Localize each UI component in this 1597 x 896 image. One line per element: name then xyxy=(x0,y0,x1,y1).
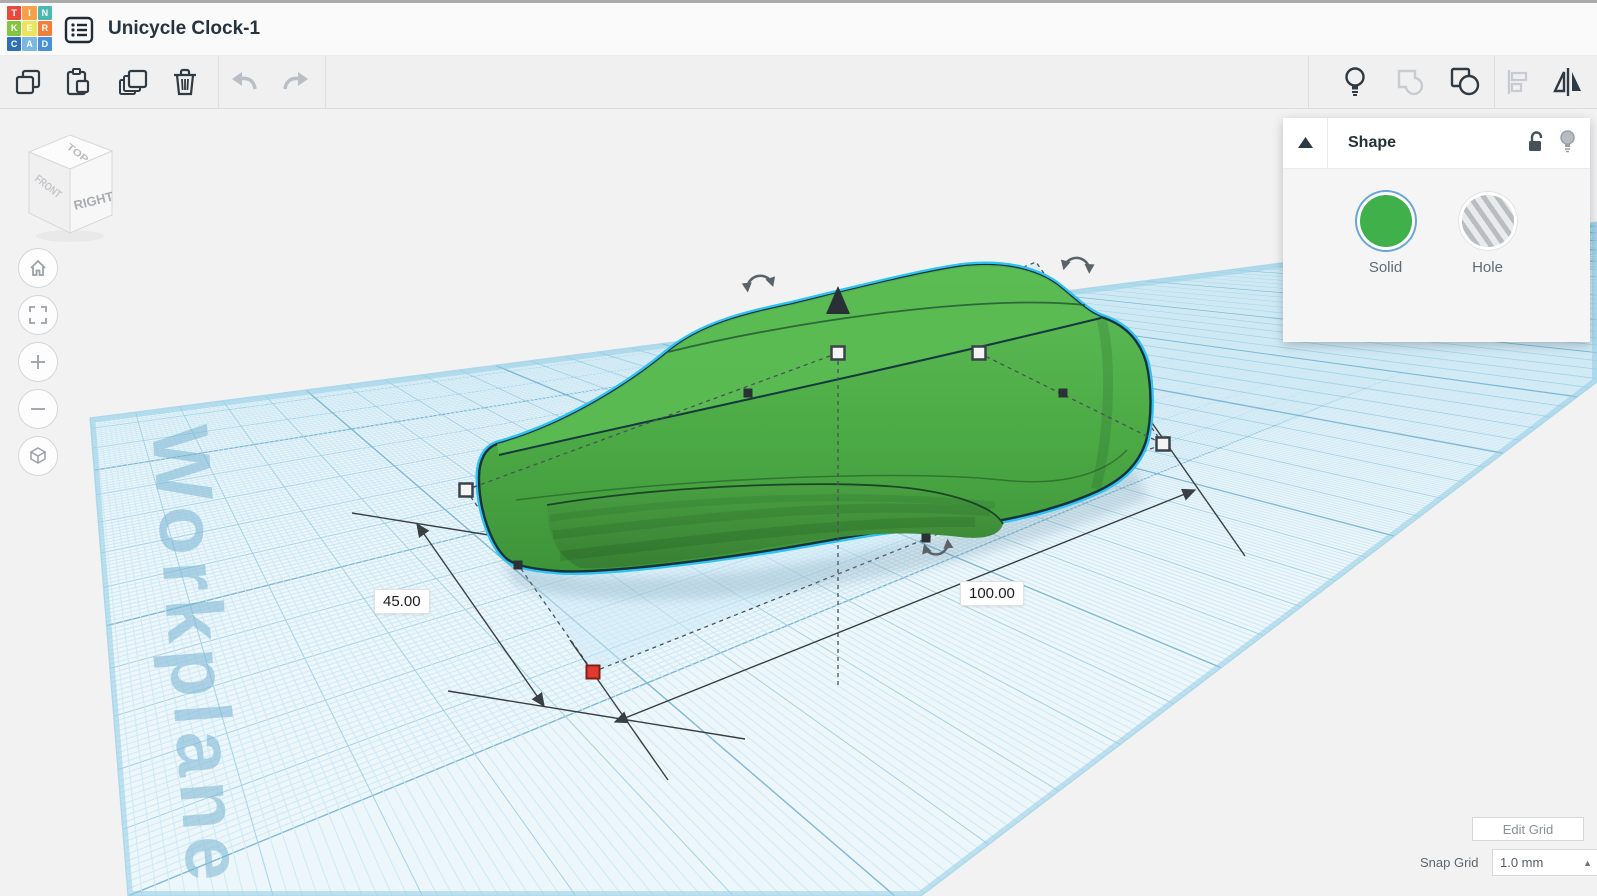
hide-shape-button[interactable] xyxy=(1559,130,1576,156)
ungroup-button[interactable] xyxy=(1445,63,1485,101)
zoom-in-button[interactable] xyxy=(18,342,58,382)
toolbar-separator xyxy=(1308,56,1309,108)
logo-tile: I xyxy=(22,6,37,21)
logo-tile: C xyxy=(7,36,22,51)
solid-swatch xyxy=(1359,195,1412,247)
design-title[interactable]: Unicycle Clock-1 xyxy=(108,18,260,40)
rotate-handle-top-left[interactable] xyxy=(741,273,777,294)
collapse-panel-button[interactable] xyxy=(1283,118,1328,168)
toolbar-separator xyxy=(1494,56,1495,108)
lock-button[interactable] xyxy=(1527,130,1545,156)
home-icon xyxy=(30,259,46,276)
duplicate-icon xyxy=(119,69,148,95)
logo-tile: A xyxy=(22,36,37,51)
logo-tile: R xyxy=(37,21,52,36)
redo-button[interactable] xyxy=(276,63,316,101)
tinkercad-logo[interactable]: T I N K E R C A D xyxy=(7,6,52,51)
snap-grid-label: Snap Grid xyxy=(1420,855,1479,870)
perspective-toggle-button[interactable] xyxy=(18,436,58,476)
redo-icon xyxy=(283,72,308,90)
corner-handle-right[interactable] xyxy=(1155,436,1171,452)
width-dimension-value[interactable]: 100.00 xyxy=(960,581,1024,606)
edge-handle-top-left[interactable] xyxy=(743,388,753,398)
tinkercad-app: Workplane T I N K E R C A D Unicycle Clo… xyxy=(0,0,1597,896)
snap-grid-select[interactable]: 1.0 mm ▲ xyxy=(1492,849,1597,876)
align-button[interactable] xyxy=(1498,63,1538,101)
edge-handle-bottom-left[interactable] xyxy=(513,560,523,570)
plus-icon xyxy=(31,355,45,369)
delete-button[interactable] xyxy=(165,63,205,101)
logo-tile: E xyxy=(22,21,37,36)
shape-panel-title: Shape xyxy=(1348,134,1397,151)
perspective-cube-icon xyxy=(29,447,47,464)
trash-icon xyxy=(174,68,196,96)
depth-dimension-value[interactable]: 45.00 xyxy=(374,589,430,614)
group-button[interactable] xyxy=(1390,63,1430,101)
copy-button[interactable] xyxy=(8,63,48,101)
logo-tile: N xyxy=(37,6,52,21)
hole-swatch xyxy=(1461,195,1514,247)
corner-handle-left[interactable] xyxy=(458,482,474,498)
mirror-icon xyxy=(1553,68,1581,96)
undo-icon xyxy=(232,72,257,90)
list-properties-icon xyxy=(64,16,94,44)
fit-view-icon xyxy=(29,306,47,324)
app-header: T I N K E R C A D Unicycle Clock-1 xyxy=(0,3,1597,56)
edit-grid-button[interactable]: Edit Grid xyxy=(1472,817,1584,841)
undo-button[interactable] xyxy=(224,63,264,101)
duplicate-button[interactable] xyxy=(113,63,153,101)
paste-button[interactable] xyxy=(58,63,98,101)
show-all-button[interactable] xyxy=(1335,63,1375,101)
rotate-handle-top-right[interactable] xyxy=(1059,256,1095,275)
paste-icon xyxy=(66,68,90,96)
toolbar-separator xyxy=(325,56,326,108)
hole-label: Hole xyxy=(1472,259,1503,276)
edge-handle-bottom-right[interactable] xyxy=(921,533,931,543)
logo-tile: K xyxy=(7,21,22,36)
anchor-handle-red[interactable] xyxy=(585,664,601,680)
align-icon xyxy=(1507,70,1528,94)
group-icon xyxy=(1397,69,1424,96)
view-cube-icon: TOP FRONT RIGHT xyxy=(27,134,115,242)
edge-handle-top-right[interactable] xyxy=(1058,388,1068,398)
fit-view-button[interactable] xyxy=(18,295,58,335)
home-view-button[interactable] xyxy=(18,248,58,288)
minus-icon xyxy=(31,408,45,410)
view-cube[interactable]: TOP FRONT RIGHT xyxy=(22,132,118,253)
view-navigation xyxy=(18,248,58,476)
caret-up-icon: ▲ xyxy=(1583,857,1592,868)
main-toolbar xyxy=(0,56,1597,109)
hole-option[interactable]: Hole xyxy=(1461,195,1514,342)
ungroup-icon xyxy=(1450,67,1480,96)
copy-icon xyxy=(15,69,41,95)
logo-tile: D xyxy=(37,36,52,51)
lightbulb-gray-icon xyxy=(1560,130,1575,153)
collapse-triangle-icon xyxy=(1297,136,1313,148)
shape-panel-body: Solid Hole xyxy=(1283,169,1590,342)
corner-handle-top-mid[interactable] xyxy=(830,345,846,361)
shape-panel-header: Shape xyxy=(1283,118,1590,169)
toolbar-separator xyxy=(218,56,219,108)
snap-grid-value: 1.0 mm xyxy=(1500,855,1544,870)
mirror-button[interactable] xyxy=(1548,63,1588,101)
lightbulb-icon xyxy=(1345,67,1365,96)
zoom-out-button[interactable] xyxy=(18,389,58,429)
unlock-icon xyxy=(1529,130,1543,151)
shape-inspector-panel: Shape Solid Hole xyxy=(1283,118,1590,342)
solid-option[interactable]: Solid xyxy=(1359,195,1412,342)
design-properties-button[interactable] xyxy=(64,15,94,45)
logo-tile: T xyxy=(7,6,22,21)
corner-handle-top-right[interactable] xyxy=(971,345,987,361)
solid-label: Solid xyxy=(1368,259,1403,276)
